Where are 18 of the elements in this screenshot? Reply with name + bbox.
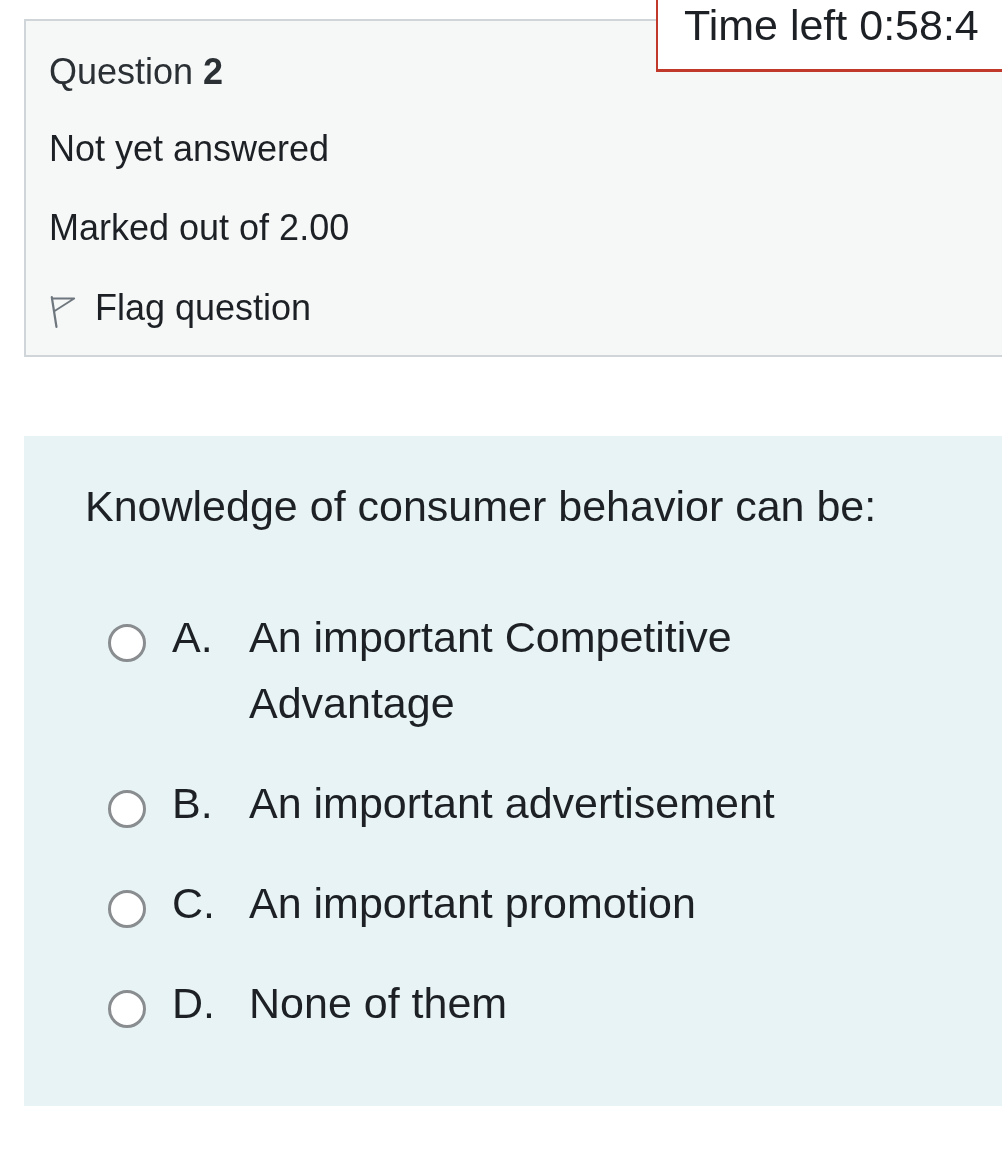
- radio-button[interactable]: [108, 890, 146, 928]
- mark-info: Marked out of 2.00: [49, 208, 350, 248]
- option-letter[interactable]: D.: [172, 970, 249, 1036]
- option-text[interactable]: An important Competitive Advantage: [249, 604, 849, 736]
- option-letter[interactable]: C.: [172, 870, 249, 936]
- option-text[interactable]: An important advertisement: [249, 770, 775, 836]
- option-text[interactable]: None of them: [249, 970, 508, 1036]
- radio-button[interactable]: [108, 790, 146, 828]
- radio-button[interactable]: [108, 990, 146, 1028]
- option-text[interactable]: An important promotion: [249, 870, 696, 936]
- timer: Time left 0:58:4: [656, 0, 1002, 72]
- question-text: Knowledge of consumer behavior can be:: [85, 481, 877, 531]
- answer-status: Not yet answered: [49, 129, 330, 169]
- option-letter[interactable]: A.: [172, 604, 249, 670]
- option-letter[interactable]: B.: [172, 770, 249, 836]
- question-number: Question 2: [49, 50, 224, 94]
- flag-question-link[interactable]: Flag question: [49, 287, 312, 329]
- radio-button[interactable]: [108, 624, 146, 662]
